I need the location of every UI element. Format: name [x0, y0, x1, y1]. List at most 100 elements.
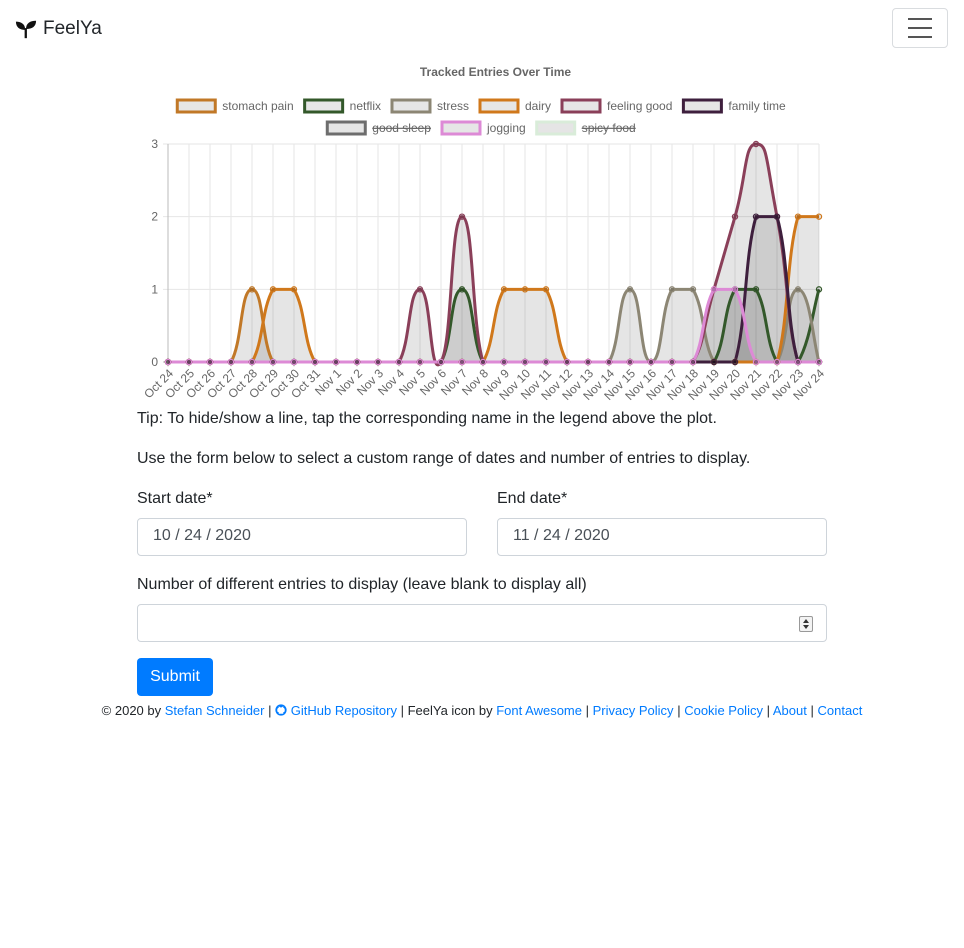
hamburger-icon-bar	[908, 18, 932, 20]
data-point-family-time	[710, 358, 718, 366]
chart-title: Tracked Entries Over Time	[420, 65, 572, 79]
y-tick-label: 2	[151, 210, 158, 224]
data-point-jogging	[479, 358, 487, 366]
entries-count-input[interactable]	[137, 604, 827, 642]
legend-item[interactable]: jogging	[440, 120, 526, 136]
footer-separator: |	[268, 703, 272, 718]
legend-label: dairy	[525, 99, 551, 113]
number-spinner-icon[interactable]	[799, 616, 813, 632]
data-point-jogging	[269, 358, 277, 366]
font-awesome-link[interactable]: Font Awesome	[496, 703, 582, 718]
legend-item[interactable]: feeling good	[560, 98, 672, 114]
legend-label: stress	[437, 99, 469, 113]
data-point-jogging	[710, 286, 718, 293]
legend-item[interactable]: dairy	[478, 98, 551, 114]
legend-label: netflix	[350, 99, 381, 113]
end-date-input[interactable]: 11 / 24 / 2020	[497, 518, 827, 556]
brand-name: FeelYa	[43, 18, 102, 39]
data-point-jogging	[647, 358, 655, 366]
legend-swatch	[390, 98, 432, 114]
icon-credit-text: | FeelYa icon by	[400, 703, 493, 718]
privacy-policy-link[interactable]: Privacy Policy	[593, 703, 674, 718]
data-point-dairy	[269, 286, 277, 293]
data-point-family-time	[752, 213, 760, 220]
footer-separator: |	[810, 703, 814, 718]
data-point-stress	[689, 286, 697, 293]
about-link[interactable]: About	[773, 703, 807, 718]
data-point-jogging	[626, 358, 634, 366]
y-tick-label: 1	[151, 282, 158, 296]
legend-swatch	[681, 98, 723, 114]
footer-separator: |	[677, 703, 681, 718]
data-point-jogging	[794, 358, 802, 366]
legend-item[interactable]: family time	[681, 98, 786, 114]
data-point-family-time	[773, 213, 781, 220]
data-point-jogging	[773, 358, 781, 366]
data-point-jogging	[752, 358, 760, 366]
data-point-jogging	[458, 358, 466, 366]
github-link[interactable]: GitHub Repository	[291, 703, 397, 718]
data-point-jogging	[311, 358, 319, 366]
end-date-label: End date*	[497, 490, 568, 507]
legend-swatch	[303, 98, 345, 114]
data-point-dairy	[521, 286, 529, 293]
copyright-text: © 2020 by	[101, 703, 162, 718]
legend-label: feeling good	[607, 99, 672, 113]
start-date-label: Start date*	[137, 490, 213, 507]
seedling-icon	[15, 20, 37, 39]
legend-item[interactable]: netflix	[303, 98, 381, 114]
github-icon	[275, 704, 287, 716]
legend-item[interactable]: good sleep	[325, 120, 431, 136]
data-point-jogging	[353, 358, 361, 366]
data-point-jogging	[689, 358, 697, 366]
author-link[interactable]: Stefan Schneider	[165, 703, 265, 718]
footer: © 2020 by Stefan Schneider | GitHub Repo…	[0, 703, 964, 718]
data-point-jogging	[731, 286, 739, 293]
data-point-jogging	[206, 358, 214, 366]
hamburger-icon-bar	[908, 27, 932, 29]
cookie-policy-link[interactable]: Cookie Policy	[684, 703, 763, 718]
legend-label: family time	[728, 99, 786, 113]
data-point-stress	[794, 286, 802, 293]
data-point-jogging	[605, 358, 613, 366]
data-point-jogging	[374, 358, 382, 366]
footer-separator: |	[766, 703, 770, 718]
menu-toggle-button[interactable]	[892, 8, 948, 48]
data-point-family-time	[731, 358, 739, 366]
data-point-jogging	[164, 358, 172, 366]
form-instructions: Use the form below to select a custom ra…	[137, 450, 751, 467]
data-point-netflix	[815, 286, 823, 293]
start-date-input[interactable]: 10 / 24 / 2020	[137, 518, 467, 556]
data-point-feeling-good	[416, 286, 424, 293]
legend-swatch	[440, 120, 482, 136]
legend-item[interactable]: stress	[390, 98, 469, 114]
data-point-feeling-good	[458, 213, 466, 220]
data-point-jogging	[395, 358, 403, 366]
legend-label: good sleep	[372, 121, 431, 135]
data-point-jogging	[290, 358, 298, 366]
data-point-netflix	[458, 286, 466, 293]
y-tick-label: 0	[151, 355, 158, 369]
legend-swatch	[175, 98, 217, 114]
legend-label: stomach pain	[222, 99, 293, 113]
data-point-jogging	[521, 358, 529, 366]
tip-text: Tip: To hide/show a line, tap the corres…	[137, 410, 717, 427]
legend-swatch	[478, 98, 520, 114]
data-point-jogging	[500, 358, 508, 366]
data-point-jogging	[584, 358, 592, 366]
legend-swatch	[560, 98, 602, 114]
data-point-netflix	[752, 286, 760, 293]
brand-link[interactable]: FeelYa	[15, 18, 102, 40]
legend-item[interactable]: spicy food	[535, 120, 636, 136]
data-point-jogging	[227, 358, 235, 366]
data-point-jogging	[332, 358, 340, 366]
y-tick-label: 3	[151, 137, 158, 151]
legend-label: jogging	[486, 121, 526, 135]
submit-button[interactable]: Submit	[137, 658, 213, 696]
legend-item[interactable]: stomach pain	[175, 98, 294, 114]
data-point-stomach-pain	[248, 286, 256, 293]
data-point-jogging	[542, 358, 550, 366]
entries-count-label: Number of different entries to display (…	[137, 576, 587, 593]
contact-link[interactable]: Contact	[818, 703, 863, 718]
data-point-jogging	[668, 358, 676, 366]
